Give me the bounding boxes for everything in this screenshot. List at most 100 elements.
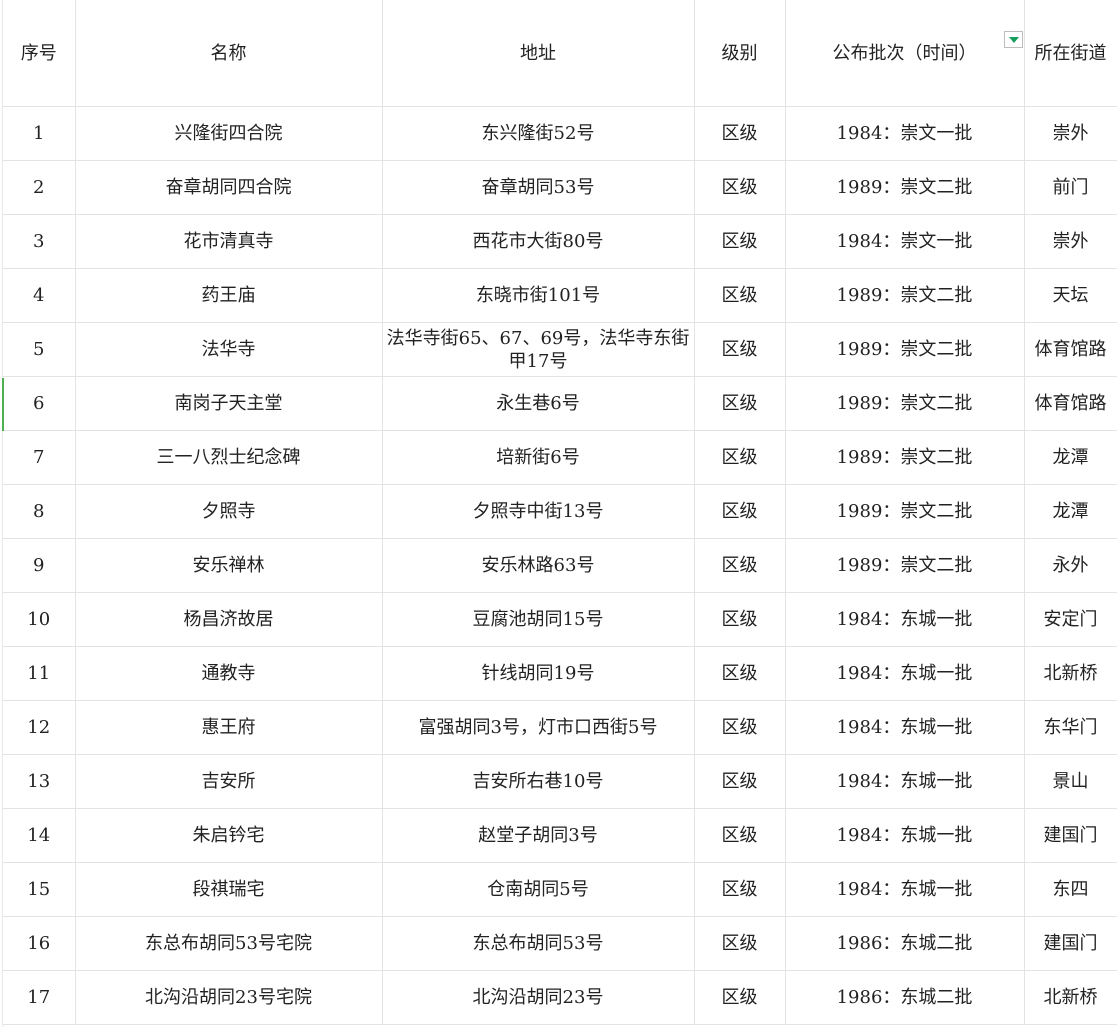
cell-address[interactable]: 法华寺街65、67、69号，法华寺东街甲17号: [382, 322, 695, 377]
cell-level[interactable]: 区级: [694, 538, 786, 593]
cell-level[interactable]: 区级: [694, 484, 786, 539]
cell-batch[interactable]: 1989：崇文二批: [785, 484, 1025, 539]
cell-batch[interactable]: 1984：东城一批: [785, 700, 1025, 755]
cell-seq[interactable]: 12: [3, 700, 76, 755]
cell-seq[interactable]: 3: [3, 214, 76, 269]
cell-name[interactable]: 北沟沿胡同23号宅院: [75, 970, 383, 1025]
cell-batch[interactable]: 1986：东城二批: [785, 916, 1025, 971]
cell-name[interactable]: 药王庙: [75, 268, 383, 323]
cell-seq[interactable]: 16: [3, 916, 76, 971]
cell-address[interactable]: 培新街6号: [382, 430, 695, 485]
cell-address[interactable]: 针线胡同19号: [382, 646, 695, 701]
cell-street[interactable]: 体育馆路: [1024, 322, 1117, 377]
cell-batch[interactable]: 1989：崇文二批: [785, 160, 1025, 215]
cell-street[interactable]: 北新桥: [1024, 970, 1117, 1025]
cell-batch[interactable]: 1984：东城一批: [785, 646, 1025, 701]
cell-level[interactable]: 区级: [694, 376, 786, 431]
cell-seq[interactable]: 11: [3, 646, 76, 701]
cell-seq[interactable]: 7: [3, 430, 76, 485]
cell-level[interactable]: 区级: [694, 646, 786, 701]
cell-level[interactable]: 区级: [694, 322, 786, 377]
cell-address[interactable]: 永生巷6号: [382, 376, 695, 431]
cell-batch[interactable]: 1989：崇文二批: [785, 376, 1025, 431]
header-seq[interactable]: 序号: [3, 0, 76, 107]
cell-name[interactable]: 南岗子天主堂: [75, 376, 383, 431]
cell-name[interactable]: 三一八烈士纪念碑: [75, 430, 383, 485]
header-address[interactable]: 地址: [382, 0, 695, 107]
header-street[interactable]: 所在街道: [1024, 0, 1117, 107]
cell-street[interactable]: 前门: [1024, 160, 1117, 215]
cell-level[interactable]: 区级: [694, 268, 786, 323]
cell-level[interactable]: 区级: [694, 916, 786, 971]
header-batch[interactable]: 公布批次（时间）: [785, 0, 1025, 107]
cell-level[interactable]: 区级: [694, 106, 786, 161]
cell-seq[interactable]: 13: [3, 754, 76, 809]
cell-street[interactable]: 天坛: [1024, 268, 1117, 323]
cell-name[interactable]: 东总布胡同53号宅院: [75, 916, 383, 971]
cell-batch[interactable]: 1984：东城一批: [785, 862, 1025, 917]
cell-name[interactable]: 安乐禅林: [75, 538, 383, 593]
cell-address[interactable]: 仓南胡同5号: [382, 862, 695, 917]
cell-batch[interactable]: 1984：崇文一批: [785, 214, 1025, 269]
cell-seq[interactable]: 5: [3, 322, 76, 377]
cell-seq[interactable]: 10: [3, 592, 76, 647]
cell-name[interactable]: 吉安所: [75, 754, 383, 809]
cell-seq[interactable]: 14: [3, 808, 76, 863]
cell-batch[interactable]: 1989：崇文二批: [785, 322, 1025, 377]
header-name[interactable]: 名称: [75, 0, 383, 107]
cell-street[interactable]: 崇外: [1024, 106, 1117, 161]
cell-address[interactable]: 西花市大街80号: [382, 214, 695, 269]
cell-name[interactable]: 朱启钤宅: [75, 808, 383, 863]
cell-batch[interactable]: 1984：崇文一批: [785, 106, 1025, 161]
cell-name[interactable]: 夕照寺: [75, 484, 383, 539]
cell-address[interactable]: 赵堂子胡同3号: [382, 808, 695, 863]
filter-dropdown-icon[interactable]: [1003, 31, 1023, 48]
cell-batch[interactable]: 1984：东城一批: [785, 808, 1025, 863]
cell-name[interactable]: 花市清真寺: [75, 214, 383, 269]
cell-batch[interactable]: 1989：崇文二批: [785, 268, 1025, 323]
cell-seq[interactable]: 6: [3, 376, 76, 431]
cell-seq[interactable]: 17: [3, 970, 76, 1025]
cell-level[interactable]: 区级: [694, 862, 786, 917]
cell-level[interactable]: 区级: [694, 592, 786, 647]
cell-street[interactable]: 北新桥: [1024, 646, 1117, 701]
cell-level[interactable]: 区级: [694, 754, 786, 809]
cell-address[interactable]: 东总布胡同53号: [382, 916, 695, 971]
cell-batch[interactable]: 1989：崇文二批: [785, 430, 1025, 485]
cell-street[interactable]: 崇外: [1024, 214, 1117, 269]
cell-level[interactable]: 区级: [694, 214, 786, 269]
cell-street[interactable]: 东四: [1024, 862, 1117, 917]
cell-level[interactable]: 区级: [694, 160, 786, 215]
cell-level[interactable]: 区级: [694, 970, 786, 1025]
cell-address[interactable]: 豆腐池胡同15号: [382, 592, 695, 647]
cell-level[interactable]: 区级: [694, 430, 786, 485]
cell-address[interactable]: 夕照寺中街13号: [382, 484, 695, 539]
cell-address[interactable]: 奋章胡同53号: [382, 160, 695, 215]
cell-name[interactable]: 惠王府: [75, 700, 383, 755]
cell-address[interactable]: 东兴隆街52号: [382, 106, 695, 161]
cell-address[interactable]: 富强胡同3号，灯市口西街5号: [382, 700, 695, 755]
cell-street[interactable]: 景山: [1024, 754, 1117, 809]
cell-name[interactable]: 通教寺: [75, 646, 383, 701]
cell-seq[interactable]: 2: [3, 160, 76, 215]
cell-street[interactable]: 安定门: [1024, 592, 1117, 647]
cell-street[interactable]: 建国门: [1024, 808, 1117, 863]
cell-street[interactable]: 永外: [1024, 538, 1117, 593]
cell-batch[interactable]: 1984：东城一批: [785, 754, 1025, 809]
cell-level[interactable]: 区级: [694, 700, 786, 755]
cell-street[interactable]: 体育馆路: [1024, 376, 1117, 431]
cell-seq[interactable]: 8: [3, 484, 76, 539]
cell-address[interactable]: 安乐林路63号: [382, 538, 695, 593]
cell-seq[interactable]: 1: [3, 106, 76, 161]
cell-name[interactable]: 奋章胡同四合院: [75, 160, 383, 215]
cell-name[interactable]: 法华寺: [75, 322, 383, 377]
header-level[interactable]: 级别: [694, 0, 786, 107]
cell-name[interactable]: 兴隆街四合院: [75, 106, 383, 161]
cell-address[interactable]: 东晓市街101号: [382, 268, 695, 323]
cell-seq[interactable]: 15: [3, 862, 76, 917]
cell-address[interactable]: 北沟沿胡同23号: [382, 970, 695, 1025]
cell-seq[interactable]: 9: [3, 538, 76, 593]
cell-level[interactable]: 区级: [694, 808, 786, 863]
cell-street[interactable]: 东华门: [1024, 700, 1117, 755]
cell-street[interactable]: 建国门: [1024, 916, 1117, 971]
